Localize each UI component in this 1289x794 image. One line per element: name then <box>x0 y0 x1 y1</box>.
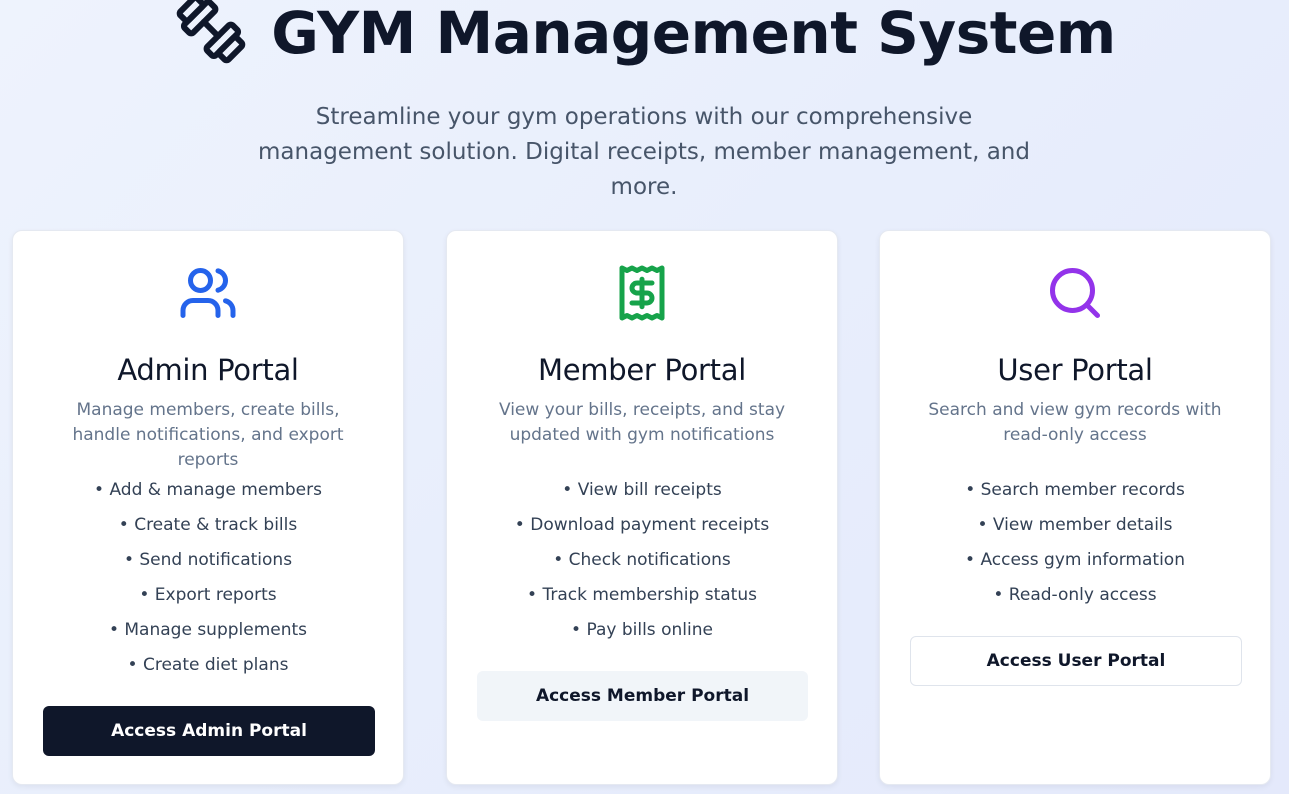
page-subtitle: Streamline your gym operations with our … <box>258 104 1030 200</box>
card-description: View your bills, receipts, and stay upda… <box>498 400 786 445</box>
receipt-dollar-icon <box>612 263 672 328</box>
feature-item: • Pay bills online <box>571 620 713 640</box>
feature-item: • View member details <box>977 515 1173 535</box>
feature-item: • Search member records <box>965 480 1185 500</box>
card-title: Admin Portal <box>117 353 299 387</box>
card-description: Manage members, create bills, handle not… <box>72 400 344 470</box>
feature-item: • Read-only access <box>993 585 1157 605</box>
feature-item: • Track membership status <box>527 585 757 605</box>
hero-section: GYM Management System Streamline your gy… <box>0 0 1289 230</box>
access-admin-portal-button[interactable]: Access Admin Portal <box>43 706 375 756</box>
feature-list: • Search member records • View member de… <box>880 476 1270 616</box>
feature-item: • Export reports <box>139 585 277 605</box>
feature-item: • View bill receipts <box>562 480 722 500</box>
title-row: GYM Management System <box>0 0 1289 72</box>
card-title: Member Portal <box>538 353 746 387</box>
feature-list: • Add & manage members • Create & track … <box>13 476 403 686</box>
card-title: User Portal <box>997 353 1153 387</box>
access-member-portal-button[interactable]: Access Member Portal <box>477 671 808 721</box>
feature-item: • Check notifications <box>553 550 731 570</box>
user-portal-card: User Portal Search and view gym records … <box>879 230 1271 785</box>
member-portal-card: Member Portal View your bills, receipts,… <box>446 230 838 785</box>
card-description: Search and view gym records with read-on… <box>928 400 1222 445</box>
page-title: GYM Management System <box>271 0 1116 67</box>
dumbbell-icon <box>173 0 249 65</box>
feature-list: • View bill receipts • Download payment … <box>447 476 837 651</box>
admin-portal-card: Admin Portal Manage members, create bill… <box>12 230 404 785</box>
feature-item: • Create & track bills <box>118 515 298 535</box>
search-icon <box>1045 263 1105 328</box>
feature-item: • Access gym information <box>965 550 1185 570</box>
feature-item: • Download payment receipts <box>514 515 770 535</box>
feature-item: • Send notifications <box>123 550 293 570</box>
feature-item: • Create diet plans <box>127 655 289 675</box>
feature-item: • Add & manage members <box>94 480 322 500</box>
feature-item: • Manage supplements <box>108 620 308 640</box>
users-icon <box>178 263 238 328</box>
access-user-portal-button[interactable]: Access User Portal <box>910 636 1242 686</box>
